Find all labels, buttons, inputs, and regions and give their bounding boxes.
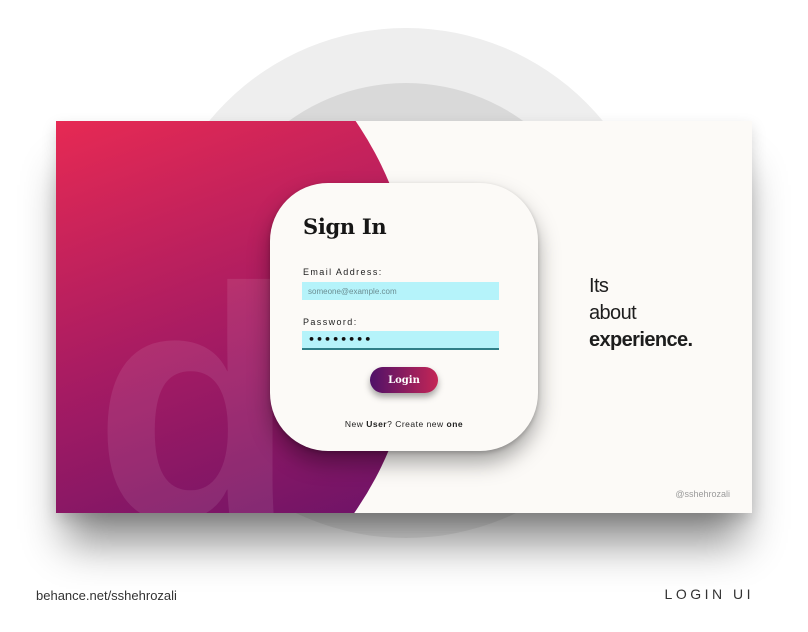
tagline-line-2: about <box>589 302 637 324</box>
behance-link[interactable]: behance.net/sshehrozali <box>36 588 177 603</box>
email-field[interactable] <box>302 282 499 300</box>
password-field[interactable] <box>302 331 499 350</box>
watermark-letter: d <box>94 219 296 514</box>
email-label: Email Address: <box>303 267 383 277</box>
signin-title: Sign In <box>303 214 387 239</box>
credit-handle: @sshehrozali <box>675 489 730 499</box>
signup-create-link[interactable]: one <box>447 419 464 429</box>
signup-user-link[interactable]: User <box>366 419 387 429</box>
tagline: Its about experience. <box>589 273 693 354</box>
signup-prefix: New <box>344 419 367 429</box>
signup-middle: ? Create new <box>387 419 447 429</box>
signup-prompt: New User? Create new one <box>270 419 538 429</box>
login-button[interactable]: Login <box>370 367 438 393</box>
tagline-line-3: experience. <box>589 329 693 351</box>
footer-caption: LOGIN UI <box>664 586 754 602</box>
password-label: Password: <box>303 317 358 327</box>
tagline-line-1: Its <box>589 275 609 297</box>
signin-panel: Sign In Email Address: Password: Login N… <box>270 183 538 451</box>
